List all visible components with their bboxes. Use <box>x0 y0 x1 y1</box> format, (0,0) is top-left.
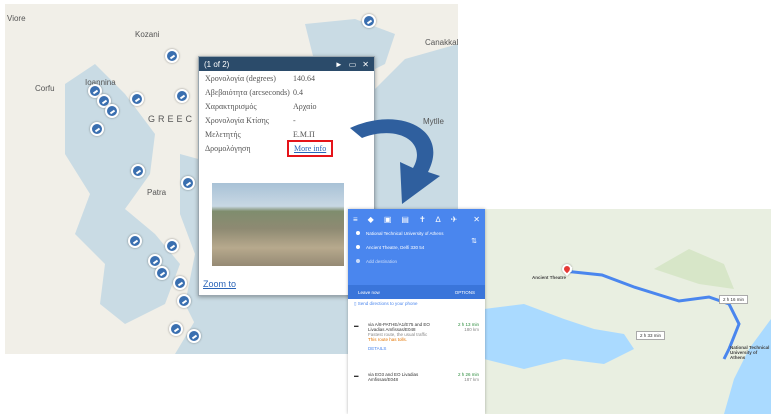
origin-text: National Technical University of Athens <box>366 231 444 236</box>
route-time-bubble[interactable]: 2 h 16 min <box>719 295 749 304</box>
site-marker[interactable] <box>169 322 183 336</box>
destination-field[interactable]: Ancient Theatre, Delfi 330 54 <box>356 245 424 250</box>
site-marker[interactable] <box>131 164 145 178</box>
route-option[interactable]: ▬ via EO3 and EO Livadias Amfissas/E048 … <box>348 372 485 382</box>
attribute-key: Αβεβαιότητα (arcseconds) <box>205 88 290 97</box>
menu-icon[interactable]: ≡ <box>353 215 358 224</box>
car-icon: ▬ <box>354 323 359 328</box>
site-marker[interactable] <box>173 276 187 290</box>
map2-land <box>484 209 771 414</box>
site-marker[interactable] <box>128 234 142 248</box>
site-marker[interactable] <box>165 239 179 253</box>
destination-text: Ancient Theatre, Delfi 330 54 <box>366 245 425 250</box>
close-icon[interactable]: ✕ <box>362 60 369 69</box>
attribute-key: Δρομολόγηση <box>205 144 251 153</box>
site-marker[interactable] <box>155 266 169 280</box>
site-photo <box>212 183 344 266</box>
add-destination-text: Add destination <box>366 259 398 264</box>
route-time-bubble[interactable]: 2 h 33 min <box>636 331 666 340</box>
map-label-greece: GREEC <box>148 114 196 124</box>
car-icon: ▬ <box>354 373 359 378</box>
more-info-link[interactable]: More info <box>287 140 334 157</box>
route-time: 2 h 13 min 180 km <box>458 322 479 332</box>
route-distance: 180 km <box>464 327 479 332</box>
route-via: via A/8-PATHE/A1/E75 and EO Livadias Amf… <box>368 322 430 332</box>
swap-icon[interactable]: ⇅ <box>471 237 477 245</box>
flight-icon[interactable]: ✈ <box>451 215 458 224</box>
end-label: National Technical University of Athens <box>730 345 770 360</box>
curved-arrow <box>350 119 440 204</box>
site-marker[interactable] <box>175 89 189 103</box>
route-details-link[interactable]: DETAILS <box>368 346 479 351</box>
map-label-kozani: Kozani <box>135 30 160 39</box>
zoom-to-link[interactable]: Zoom to <box>203 279 236 289</box>
bike-icon[interactable]: ∆ <box>436 215 441 224</box>
attribute-value: 140.64 <box>293 74 315 83</box>
send-to-phone[interactable]: ▯ Send directions to your phone <box>348 301 485 307</box>
options-button[interactable]: OPTIONS <box>455 290 475 295</box>
directions-panel: ≡ ◆ ▣ ▤ ✝ ∆ ✈ ✕ National Technical Unive… <box>348 209 485 414</box>
walk-icon[interactable]: ✝ <box>419 215 426 224</box>
attribute-key: Μελετητής <box>205 130 241 139</box>
maximize-icon[interactable]: ▭ <box>349 60 357 69</box>
site-marker[interactable] <box>362 14 376 28</box>
route-distance: 187 km <box>464 377 479 382</box>
leave-now-dropdown[interactable]: Leave now <box>358 290 380 295</box>
origin-field[interactable]: National Technical University of Athens <box>356 231 443 236</box>
route-warning: This route has tolls. <box>368 337 408 342</box>
directions-header: ≡ ◆ ▣ ▤ ✝ ∆ ✈ ✕ National Technical Unive… <box>348 209 485 299</box>
map-label-corfu: Corfu <box>35 84 55 93</box>
site-marker[interactable] <box>105 104 119 118</box>
car-icon[interactable]: ▣ <box>384 215 392 224</box>
start-label: Ancient Theatre <box>532 275 567 280</box>
close-icon[interactable]: ✕ <box>473 215 480 224</box>
site-marker[interactable] <box>187 329 201 343</box>
attribute-key: Χρονολογία Κτίσης <box>205 116 269 125</box>
google-map[interactable]: Ancient Theatre National Technical Unive… <box>484 209 771 414</box>
popup-page-counter: (1 of 2) <box>204 59 230 69</box>
map-label-patra: Patra <box>147 188 167 197</box>
add-destination-field[interactable]: Add destination <box>356 259 397 264</box>
attribute-key: Χρονολογία (degrees) <box>205 74 276 83</box>
route-time: 2 h 26 min 187 km <box>458 372 479 382</box>
send-to-phone-text: Send directions to your phone <box>357 301 418 306</box>
route-option[interactable]: ▬ via A/8-PATHE/A1/E75 and EO Livadias A… <box>348 322 485 351</box>
attribute-row: Αβεβαιότητα (arcseconds) 0.4 <box>199 86 374 100</box>
attribute-row: Χρονολογία (degrees) 140.64 <box>199 72 374 86</box>
site-marker[interactable] <box>165 49 179 63</box>
best-route-icon[interactable]: ◆ <box>368 215 374 224</box>
map-label-viore: Viore <box>7 14 26 23</box>
site-marker[interactable] <box>177 294 191 308</box>
site-marker[interactable] <box>90 122 104 136</box>
popup-header: (1 of 2) ► ▭ ✕ <box>199 57 374 71</box>
site-marker[interactable] <box>181 176 195 190</box>
map-label-canakkale: Canakkal <box>425 38 458 47</box>
route-via: via EO3 and EO Livadias Amfissas/E048 <box>368 372 419 382</box>
attribute-value: 0.4 <box>293 88 303 97</box>
phone-icon: ▯ <box>354 301 357 306</box>
attribute-key: Χαρακτηρισμός <box>205 102 257 111</box>
transit-icon[interactable]: ▤ <box>401 215 409 224</box>
site-marker[interactable] <box>130 92 144 106</box>
next-feature-icon[interactable]: ► <box>335 60 343 69</box>
